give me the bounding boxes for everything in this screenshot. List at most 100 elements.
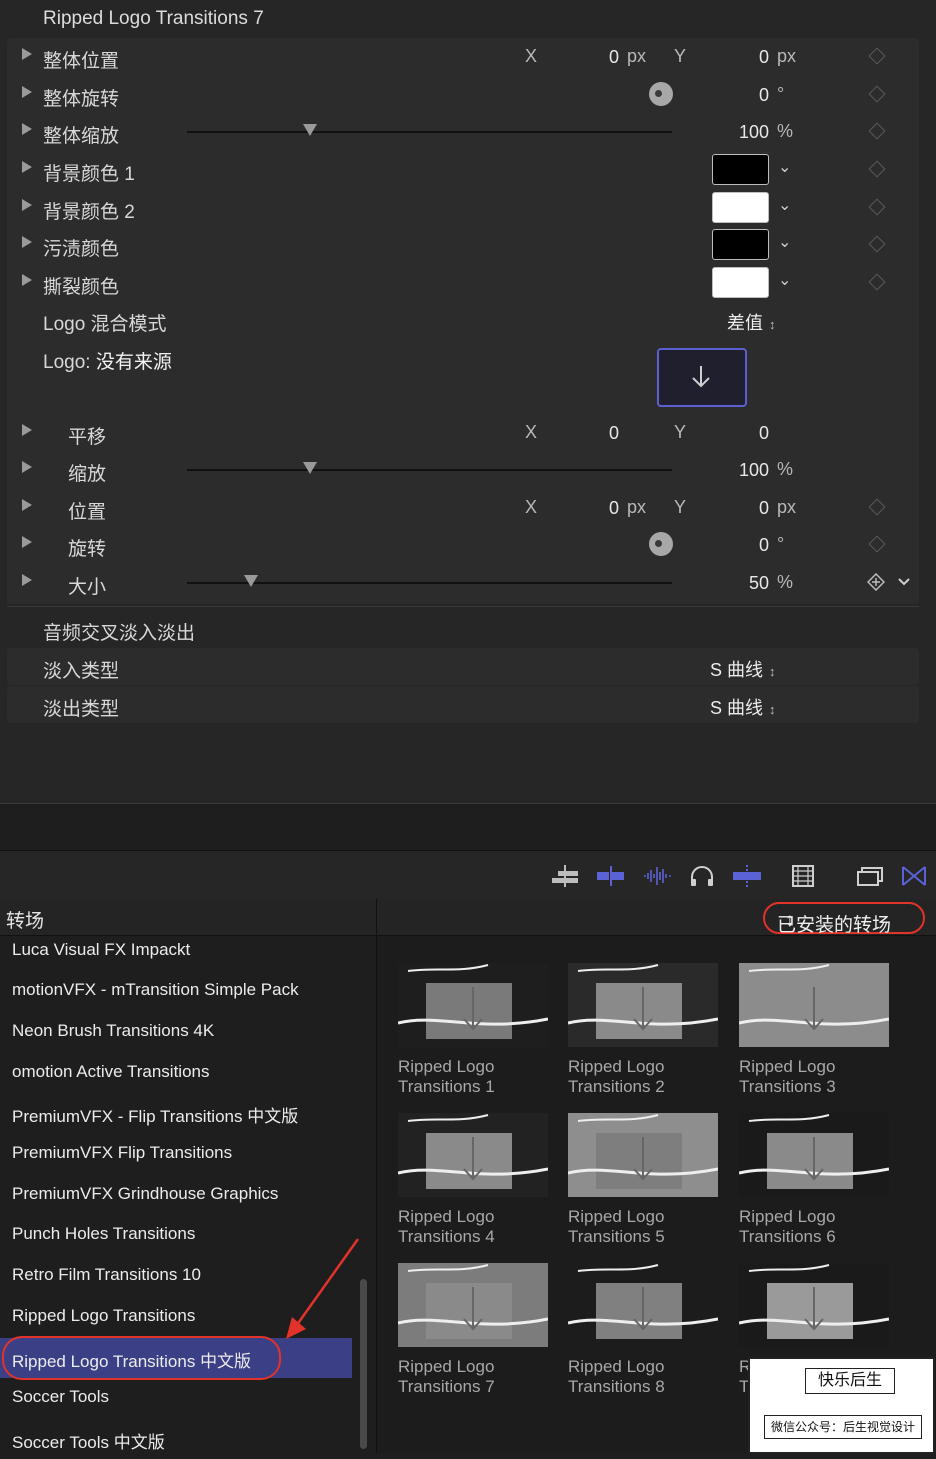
clip-edit-icon[interactable] bbox=[595, 863, 627, 889]
disclosure-triangle-icon[interactable] bbox=[22, 161, 32, 173]
chevron-down-icon[interactable]: ⌄ bbox=[778, 270, 791, 290]
color-swatch[interactable] bbox=[712, 154, 769, 185]
keyframe-icon[interactable] bbox=[868, 498, 886, 516]
keyframe-icon[interactable] bbox=[868, 535, 886, 553]
list-item[interactable]: motionVFX - mTransition Simple Pack bbox=[0, 971, 352, 1011]
rotation-value-field[interactable]: 0 bbox=[727, 535, 769, 556]
browser-stack-icon[interactable] bbox=[854, 863, 886, 889]
disclosure-triangle-icon[interactable] bbox=[22, 123, 32, 135]
disclosure-triangle-icon[interactable] bbox=[22, 274, 32, 286]
list-item[interactable]: omotion Active Transitions bbox=[0, 1053, 352, 1093]
scale-slider-thumb[interactable] bbox=[303, 124, 317, 136]
list-item[interactable]: PremiumVFX Grindhouse Graphics bbox=[0, 1175, 352, 1215]
transitions-browser-icon[interactable] bbox=[898, 863, 930, 889]
blend-mode-popup[interactable]: 差值 ↕ bbox=[727, 309, 776, 335]
param-label: 撕裂颜色 bbox=[43, 277, 120, 298]
size-slider-thumb[interactable] bbox=[244, 575, 258, 587]
y-value-field[interactable]: 0 bbox=[727, 423, 769, 444]
x-axis-label: X bbox=[525, 422, 538, 442]
chevron-down-icon[interactable] bbox=[897, 577, 911, 587]
y-value-field[interactable]: 0 bbox=[727, 47, 769, 68]
keyframe-icon[interactable] bbox=[868, 85, 886, 103]
x-value-field[interactable]: 0 bbox=[577, 423, 619, 444]
disclosure-triangle-icon[interactable] bbox=[22, 199, 32, 211]
param-row-bg-color-2[interactable]: 背景颜色 2 ⌄ bbox=[7, 189, 919, 226]
param-row-scale[interactable]: 缩放 100 % bbox=[7, 451, 919, 488]
rotation-value-field[interactable]: 0 bbox=[727, 85, 769, 106]
logo-source-well[interactable] bbox=[657, 348, 747, 407]
param-row-pan[interactable]: 平移 X 0 Y 0 bbox=[7, 414, 919, 451]
transition-thumbnail[interactable] bbox=[739, 963, 889, 1047]
disclosure-triangle-icon[interactable] bbox=[22, 48, 32, 60]
param-row-size[interactable]: 大小 50 % bbox=[7, 564, 919, 601]
scale-slider-track[interactable] bbox=[187, 131, 672, 133]
parameters-panel: 整体位置 X 0 px Y 0 px 整体旋转 0 ° 整体缩放 100 % 背… bbox=[7, 38, 919, 604]
scale-slider-track[interactable] bbox=[187, 469, 672, 471]
chevron-down-icon[interactable]: ⌄ bbox=[778, 157, 791, 177]
scale-value-field[interactable]: 100 bbox=[707, 460, 769, 481]
param-row-overall-scale[interactable]: 整体缩放 100 % bbox=[7, 113, 919, 150]
list-item[interactable]: Neon Brush Transitions 4K bbox=[0, 1012, 352, 1052]
disclosure-triangle-icon[interactable] bbox=[22, 536, 32, 548]
keyframe-icon[interactable] bbox=[868, 273, 886, 291]
fade-in-row[interactable]: 淡入类型 S 曲线 ↕ bbox=[7, 648, 919, 685]
list-item[interactable]: PremiumVFX - Flip Transitions 中文版 bbox=[0, 1093, 352, 1133]
transition-thumbnail[interactable] bbox=[398, 1113, 548, 1197]
disclosure-triangle-icon[interactable] bbox=[22, 236, 32, 248]
audio-waveform-icon[interactable] bbox=[641, 863, 673, 889]
scale-slider-thumb[interactable] bbox=[303, 462, 317, 474]
chevron-down-icon[interactable]: ⌄ bbox=[778, 195, 791, 215]
color-swatch[interactable] bbox=[712, 267, 769, 298]
disclosure-triangle-icon[interactable] bbox=[22, 499, 32, 511]
param-row-tear-color[interactable]: 撕裂颜色 ⌄ bbox=[7, 264, 919, 301]
param-row-bg-color-1[interactable]: 背景颜色 1 ⌄ bbox=[7, 151, 919, 188]
param-row-logo-blend-mode[interactable]: Logo 混合模式 差值 ↕ bbox=[7, 301, 919, 338]
keyframe-icon[interactable] bbox=[868, 122, 886, 140]
transition-thumbnail[interactable] bbox=[398, 963, 548, 1047]
transition-thumbnail[interactable] bbox=[398, 1263, 548, 1347]
size-value-field[interactable]: 50 bbox=[707, 573, 769, 594]
headphones-icon[interactable] bbox=[686, 863, 718, 889]
fade-in-popup[interactable]: S 曲线 ↕ bbox=[710, 656, 776, 682]
list-item[interactable]: PremiumVFX Flip Transitions bbox=[0, 1134, 352, 1174]
disclosure-triangle-icon[interactable] bbox=[22, 574, 32, 586]
param-row-overall-rotation[interactable]: 整体旋转 0 ° bbox=[7, 76, 919, 113]
x-value-field[interactable]: 0 bbox=[577, 498, 619, 519]
keyframe-icon[interactable] bbox=[868, 198, 886, 216]
transition-thumbnail[interactable] bbox=[568, 1263, 718, 1347]
rotation-dial[interactable] bbox=[649, 82, 673, 106]
size-slider-track[interactable] bbox=[187, 582, 672, 584]
fade-out-row[interactable]: 淡出类型 S 曲线 ↕ bbox=[7, 686, 919, 723]
color-swatch[interactable] bbox=[712, 192, 769, 223]
keyframe-icon[interactable] bbox=[868, 235, 886, 253]
transition-thumbnail[interactable] bbox=[568, 963, 718, 1047]
scale-value-field[interactable]: 100 bbox=[707, 122, 769, 143]
x-value-field[interactable]: 0 bbox=[577, 47, 619, 68]
skimming-icon[interactable] bbox=[731, 863, 763, 889]
rotation-dial[interactable] bbox=[649, 532, 673, 556]
keyframe-icon[interactable] bbox=[868, 160, 886, 178]
list-item[interactable]: Soccer Tools bbox=[0, 1378, 352, 1418]
keyframe-icon[interactable] bbox=[868, 47, 886, 65]
param-row-rotation[interactable]: 旋转 0 ° bbox=[7, 526, 919, 563]
y-value-field[interactable]: 0 bbox=[727, 498, 769, 519]
clip-connect-icon[interactable] bbox=[550, 863, 582, 889]
list-item[interactable]: Soccer Tools 中文版 bbox=[0, 1419, 352, 1459]
chevron-down-icon[interactable]: ⌄ bbox=[778, 232, 791, 252]
thumbnail-image bbox=[398, 1113, 548, 1197]
param-row-overall-position[interactable]: 整体位置 X 0 px Y 0 px bbox=[7, 38, 919, 75]
list-item[interactable]: Luca Visual FX Impackt bbox=[0, 931, 352, 971]
color-swatch[interactable] bbox=[712, 229, 769, 260]
disclosure-triangle-icon[interactable] bbox=[22, 461, 32, 473]
transition-thumbnail[interactable] bbox=[568, 1113, 718, 1197]
param-row-position[interactable]: 位置 X 0 px Y 0 px bbox=[7, 489, 919, 526]
installed-transitions-popup[interactable]: 已安装的转场 ↕ bbox=[763, 902, 925, 936]
keyframe-add-icon[interactable] bbox=[867, 573, 885, 591]
fade-out-popup[interactable]: S 曲线 ↕ bbox=[710, 694, 776, 720]
disclosure-triangle-icon[interactable] bbox=[22, 424, 32, 436]
disclosure-triangle-icon[interactable] bbox=[22, 86, 32, 98]
transition-thumbnail[interactable] bbox=[739, 1113, 889, 1197]
transition-thumbnail[interactable] bbox=[739, 1263, 889, 1347]
filmstrip-icon[interactable] bbox=[787, 863, 819, 889]
param-row-stain-color[interactable]: 污渍颜色 ⌄ bbox=[7, 226, 919, 263]
